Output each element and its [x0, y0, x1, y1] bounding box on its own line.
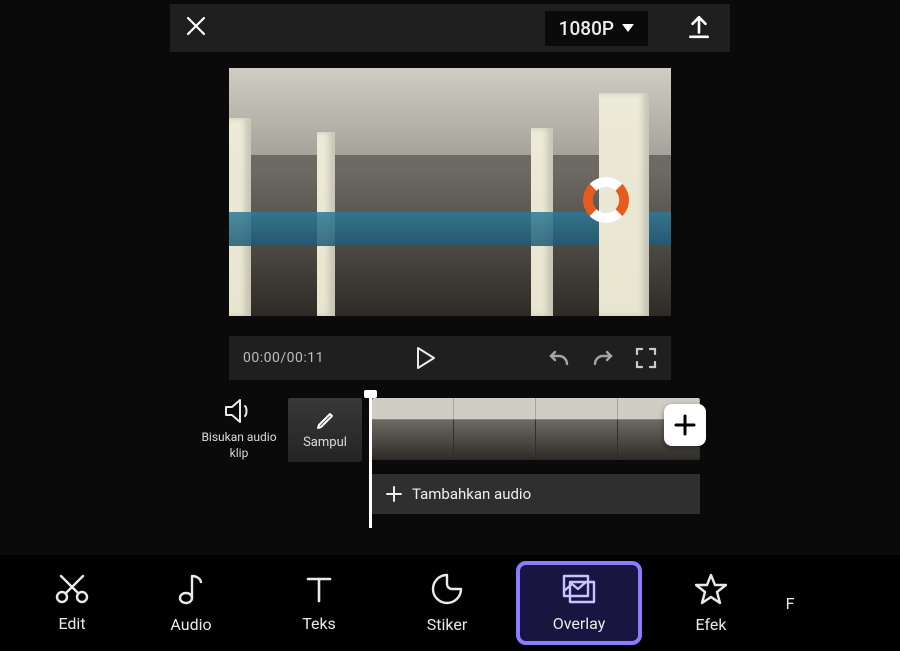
play-button[interactable]: [416, 347, 436, 369]
export-button[interactable]: [682, 9, 716, 47]
tool-edit[interactable]: Edit: [22, 561, 122, 645]
plus-icon: [386, 486, 402, 502]
tool-stiker[interactable]: Stiker: [388, 561, 506, 645]
redo-button[interactable]: [591, 348, 615, 368]
overlay-icon: [562, 574, 596, 604]
redo-icon: [591, 348, 615, 368]
clip-thumb: [454, 398, 536, 460]
add-clip-button[interactable]: [664, 404, 706, 446]
transport-bar: 00:00/00:11: [229, 336, 671, 380]
undo-icon: [547, 348, 571, 368]
toolbar-overflow[interactable]: F: [780, 594, 800, 613]
resolution-label: 1080P: [559, 17, 614, 40]
fullscreen-button[interactable]: [635, 347, 657, 369]
timecode: 00:00/00:11: [243, 350, 324, 366]
undo-button[interactable]: [547, 348, 571, 368]
tool-audio[interactable]: Audio: [132, 561, 250, 645]
play-icon: [416, 347, 436, 369]
speaker-mute-icon: [224, 398, 254, 424]
tool-efek[interactable]: Efek: [652, 561, 770, 645]
tool-label: Audio: [170, 615, 211, 634]
close-icon[interactable]: [184, 14, 208, 42]
mute-clip-button[interactable]: Bisukan audio klip: [200, 398, 278, 461]
video-preview[interactable]: [229, 68, 671, 316]
bottom-toolbar: Edit Audio Teks Stiker Overlay Efek F: [0, 555, 900, 651]
upload-icon: [686, 13, 712, 39]
playhead[interactable]: [369, 392, 372, 528]
tool-label: Stiker: [427, 615, 467, 634]
clip-strip[interactable]: [372, 398, 700, 460]
plus-icon: [673, 413, 697, 437]
timeline[interactable]: Tambahkan audio: [372, 398, 700, 514]
pencil-icon: [315, 411, 335, 431]
tool-label: Edit: [58, 614, 85, 633]
fullscreen-icon: [635, 347, 657, 369]
timeline-area: Bisukan audio klip Sampul Tambahkan audi…: [200, 398, 700, 514]
tool-label: Efek: [696, 615, 727, 634]
music-note-icon: [177, 573, 205, 605]
scissors-icon: [55, 574, 89, 604]
top-bar: 1080P: [170, 4, 730, 52]
tool-label: Teks: [302, 614, 336, 633]
clip-thumb: [536, 398, 618, 460]
cover-button[interactable]: Sampul: [288, 398, 362, 462]
tool-overlay[interactable]: Overlay: [516, 561, 642, 645]
clip-thumb: [372, 398, 454, 460]
star-icon: [695, 573, 727, 605]
add-audio-button[interactable]: Tambahkan audio: [372, 474, 700, 514]
preview-panel: 00:00/00:11: [229, 68, 671, 380]
text-icon: [304, 574, 334, 604]
tool-teks[interactable]: Teks: [260, 561, 378, 645]
resolution-selector[interactable]: 1080P: [545, 11, 648, 46]
mute-label: Bisukan audio klip: [200, 430, 278, 461]
cover-label: Sampul: [303, 435, 347, 450]
add-audio-label: Tambahkan audio: [412, 485, 531, 503]
chevron-down-icon: [622, 24, 634, 32]
sticker-icon: [431, 573, 463, 605]
life-ring-icon: [583, 177, 629, 223]
tool-label: Overlay: [553, 614, 606, 633]
